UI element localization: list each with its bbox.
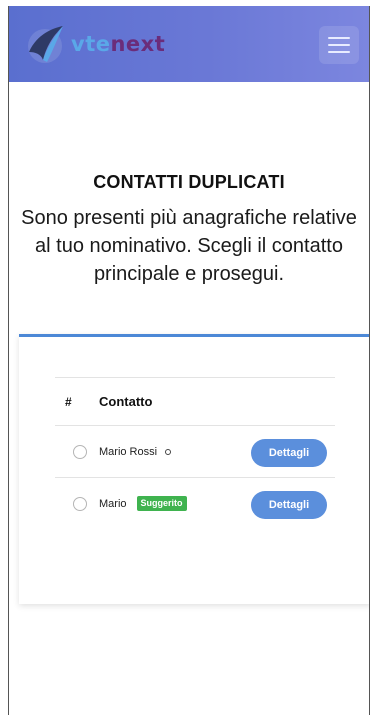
vtenext-logo-icon xyxy=(23,22,67,66)
logo-text-part2: next xyxy=(110,32,166,56)
select-radio-mario[interactable] xyxy=(73,496,87,511)
circle-dot-icon xyxy=(165,448,172,455)
details-button[interactable]: Dettagli xyxy=(251,491,327,519)
contacts-card: # Contatto Mario Rossi Dettagli Mario Su… xyxy=(19,334,369,604)
hamburger-menu-icon-bar xyxy=(328,44,350,46)
page-subtitle: Sono presenti più anagrafiche relative a… xyxy=(21,207,357,285)
table-row: Mario Suggerito Dettagli xyxy=(55,477,335,529)
hamburger-menu-button[interactable] xyxy=(319,26,359,64)
contact-name: Mario xyxy=(99,497,127,510)
select-radio-mario-rossi[interactable] xyxy=(73,444,87,459)
column-header-contact: Contatto xyxy=(99,394,153,409)
hamburger-menu-icon-bar xyxy=(328,51,350,53)
table-row: Mario Rossi Dettagli xyxy=(55,425,335,477)
logo[interactable]: vtenext xyxy=(23,20,203,68)
details-button[interactable]: Dettagli xyxy=(251,439,327,467)
logo-text: vtenext xyxy=(71,32,165,56)
contact-name: Mario Rossi xyxy=(99,445,158,458)
hamburger-menu-icon-bar xyxy=(328,37,350,39)
radio-cell xyxy=(55,444,99,459)
radio-cell xyxy=(55,496,99,511)
column-header-number: # xyxy=(65,394,72,409)
contacts-table: # Contatto Mario Rossi Dettagli Mario Su… xyxy=(55,377,335,529)
logo-text-part1: vte xyxy=(71,32,111,56)
table-header-row: # Contatto xyxy=(55,377,335,425)
page-title: CONTATTI DUPLICATI xyxy=(93,172,285,192)
suggested-badge: Suggerito xyxy=(136,496,187,511)
page-frame: vtenext CONTATTI DUPLICATI Sono presenti… xyxy=(8,6,370,715)
top-bar: vtenext xyxy=(9,6,369,82)
